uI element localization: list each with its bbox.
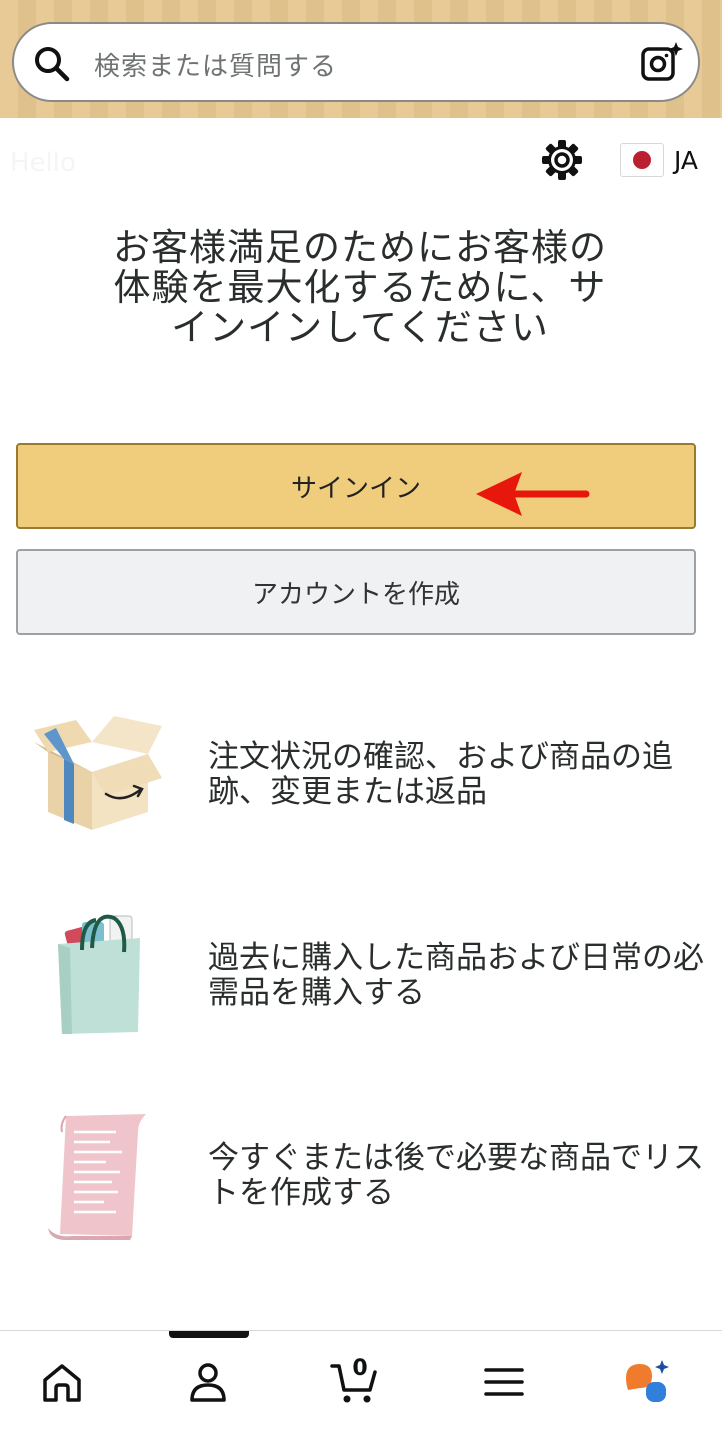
signin-button[interactable]: サインイン [16, 443, 696, 529]
search-icon[interactable] [32, 44, 72, 84]
list-scroll-icon [48, 1114, 146, 1240]
package-box-icon [34, 716, 162, 830]
language-code: JA [674, 145, 699, 175]
rufus-assistant-icon[interactable] [622, 1358, 670, 1406]
menu-icon[interactable] [480, 1358, 528, 1406]
greeting-text: Hello [10, 148, 76, 178]
language-selector[interactable]: JA [620, 140, 698, 180]
search-input[interactable]: 検索または質問する [94, 46, 337, 83]
page: 検索または質問する Hello JA お客様満足のためにお客様の体験を最大化する… [0, 0, 722, 1448]
signin-headline: お客様満足のためにお客様の体験を最大化するために、サインインしてください [113, 226, 607, 349]
feature-create-list: 今すぐまたは後で必要な商品でリストを作成する [208, 1140, 704, 1211]
feature-track-orders: 注文状況の確認、および商品の追跡、変更または返品 [208, 739, 673, 810]
create-account-button[interactable]: アカウントを作成 [16, 549, 696, 635]
account-icon[interactable] [184, 1358, 232, 1406]
cart-count-badge: 0 [352, 1356, 368, 1381]
feature-buy-again: 過去に購入した商品および日常の必需品を購入する [208, 940, 704, 1011]
active-tab-indicator [169, 1331, 249, 1338]
japan-flag-icon [620, 143, 664, 177]
header-bar: 検索または質問する [0, 0, 722, 118]
create-account-button-label: アカウントを作成 [251, 579, 460, 610]
camera-search-icon[interactable] [640, 40, 684, 84]
red-arrow-annotation-icon [476, 472, 590, 516]
shopping-bag-icon [58, 914, 140, 1034]
home-icon[interactable] [38, 1358, 86, 1406]
signin-button-label: サインイン [290, 473, 421, 504]
search-bar[interactable]: 検索または質問する [12, 22, 700, 102]
settings-gear-icon[interactable] [540, 138, 584, 182]
